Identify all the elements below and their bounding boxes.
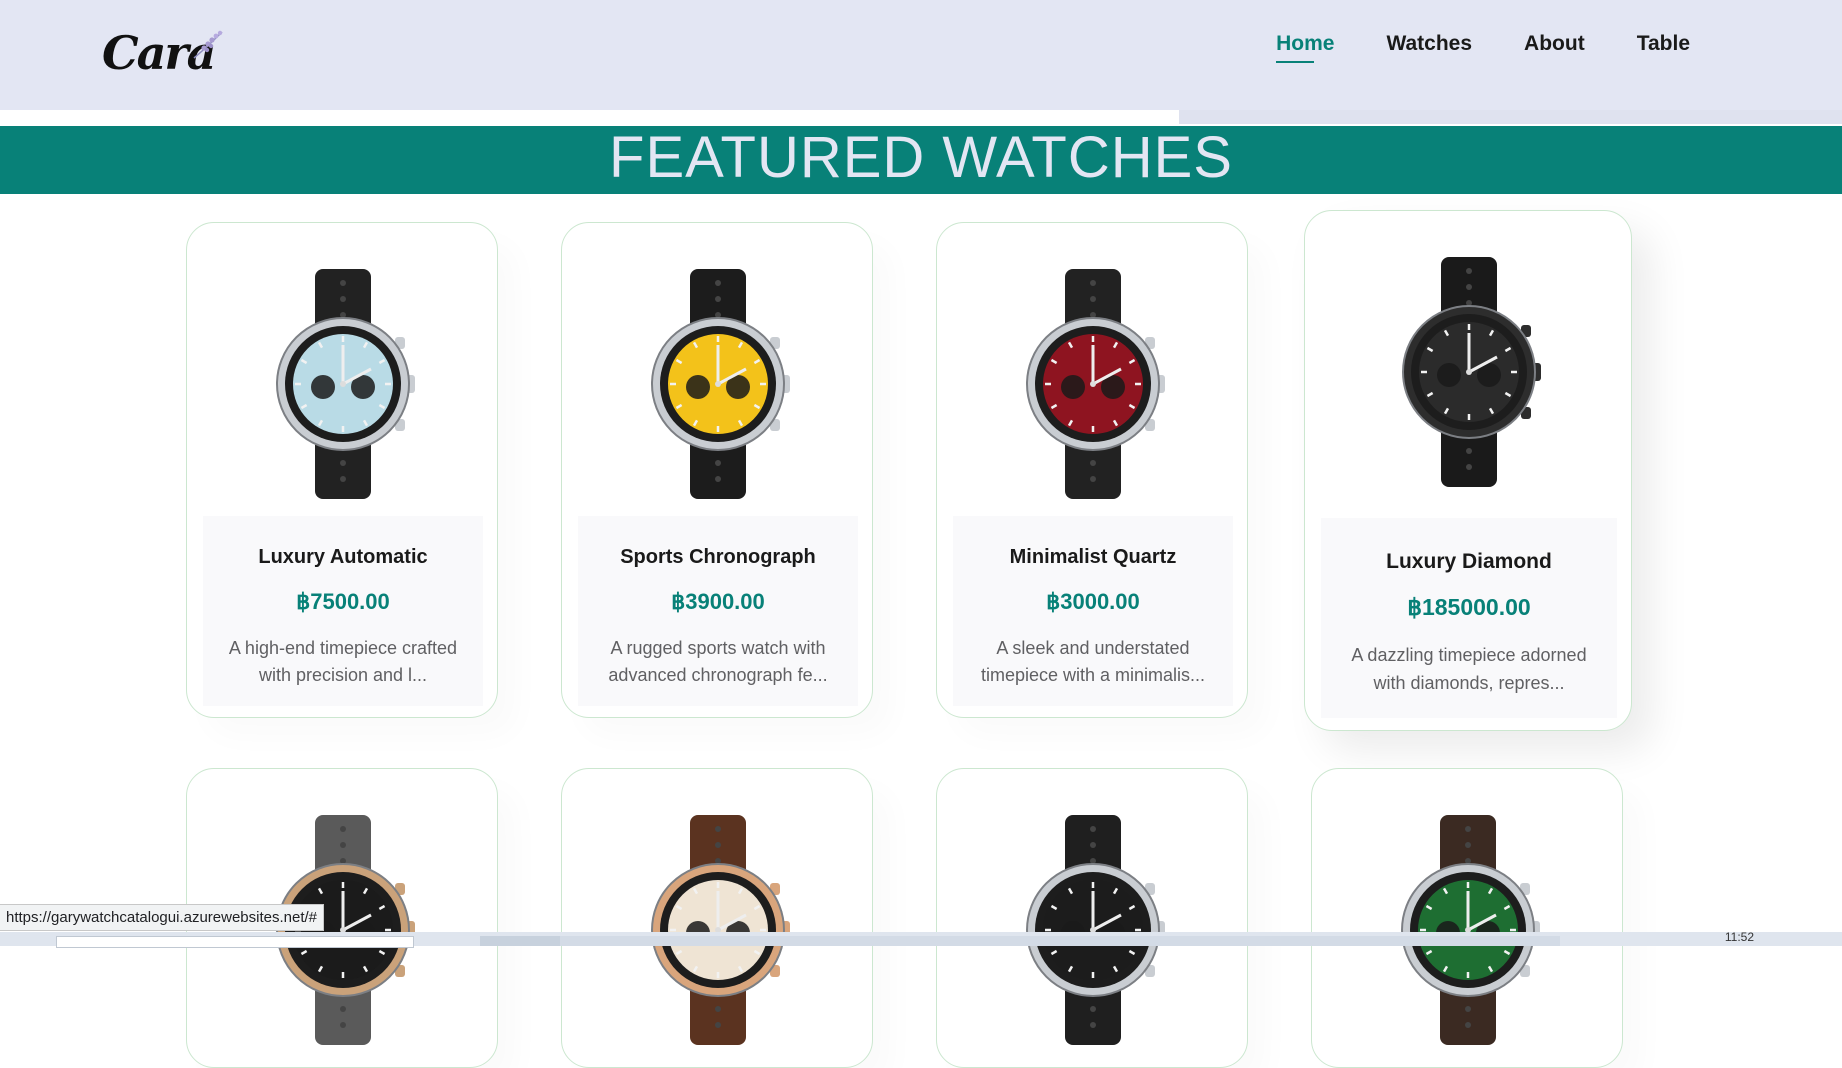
watch-image: [276, 269, 415, 499]
product-info: Minimalist Quartz ฿3000.00 A sleek and u…: [953, 516, 1233, 706]
product-card[interactable]: Luxury Diamond ฿185000.00 A dazzling tim…: [1304, 210, 1632, 731]
product-description: A sleek and understated timepiece with a…: [980, 638, 1206, 685]
nav-table[interactable]: Table: [1611, 32, 1716, 66]
product-info: Luxury Automatic ฿7500.00 A high-end tim…: [203, 516, 483, 706]
product-price: ฿7500.00: [296, 589, 390, 614]
nav-home[interactable]: Home: [1250, 32, 1360, 66]
scroll-progress-bar: [0, 110, 1842, 124]
watch-image: [1401, 815, 1540, 1045]
product-card[interactable]: Sports Chronograph ฿3900.00 A rugged spo…: [561, 222, 873, 718]
product-name: Luxury Automatic: [258, 546, 428, 568]
product-description: A rugged sports watch with advanced chro…: [608, 638, 828, 685]
main-nav: Home Watches About Table: [1250, 32, 1716, 66]
product-price: ฿3900.00: [671, 589, 765, 614]
product-card[interactable]: [1311, 768, 1623, 1068]
product-name: Luxury Diamond: [1386, 550, 1552, 573]
banner-title: FEATURED WATCHES: [609, 125, 1233, 190]
scroll-progress-fill: [0, 110, 1179, 124]
product-info: Sports Chronograph ฿3900.00 A rugged spo…: [578, 516, 858, 706]
product-card[interactable]: [936, 768, 1248, 1068]
nav-about[interactable]: About: [1498, 32, 1611, 66]
nav-watches[interactable]: Watches: [1360, 32, 1498, 66]
taskbar: 11:52: [0, 930, 1842, 948]
product-card[interactable]: Luxury Automatic ฿7500.00 A high-end tim…: [186, 222, 498, 718]
product-price: ฿3000.00: [1046, 589, 1140, 614]
product-name: Minimalist Quartz: [1009, 546, 1177, 568]
taskbar-clock: 11:52: [1724, 930, 1754, 944]
watch-image: [651, 269, 790, 499]
product-description: A high-end timepiece crafted with precis…: [228, 638, 458, 685]
watch-image: [651, 815, 790, 1045]
product-price: ฿185000.00: [1407, 594, 1531, 620]
watch-image: [1402, 257, 1541, 487]
product-card[interactable]: [561, 768, 873, 1068]
product-card[interactable]: Minimalist Quartz ฿3000.00 A sleek and u…: [936, 222, 1248, 718]
lavender-sprig-icon: [193, 30, 223, 59]
product-info: Luxury Diamond ฿185000.00 A dazzling tim…: [1321, 518, 1617, 718]
watch-image: [1026, 815, 1165, 1045]
featured-banner: FEATURED WATCHES: [0, 126, 1842, 194]
taskbar-window-thumbnail[interactable]: [56, 936, 414, 948]
product-name: Sports Chronograph: [620, 546, 816, 568]
watch-image: [1026, 269, 1165, 499]
status-bar-url: https://garywatchcatalogui.azurewebsites…: [0, 904, 325, 931]
taskbar-app[interactable]: [560, 936, 1560, 946]
product-description: A dazzling timepiece adorned with diamon…: [1351, 645, 1587, 693]
taskbar-app[interactable]: [480, 936, 560, 946]
site-header: Cara Home Watches About Table: [0, 0, 1842, 110]
logo[interactable]: Cara: [102, 26, 232, 82]
